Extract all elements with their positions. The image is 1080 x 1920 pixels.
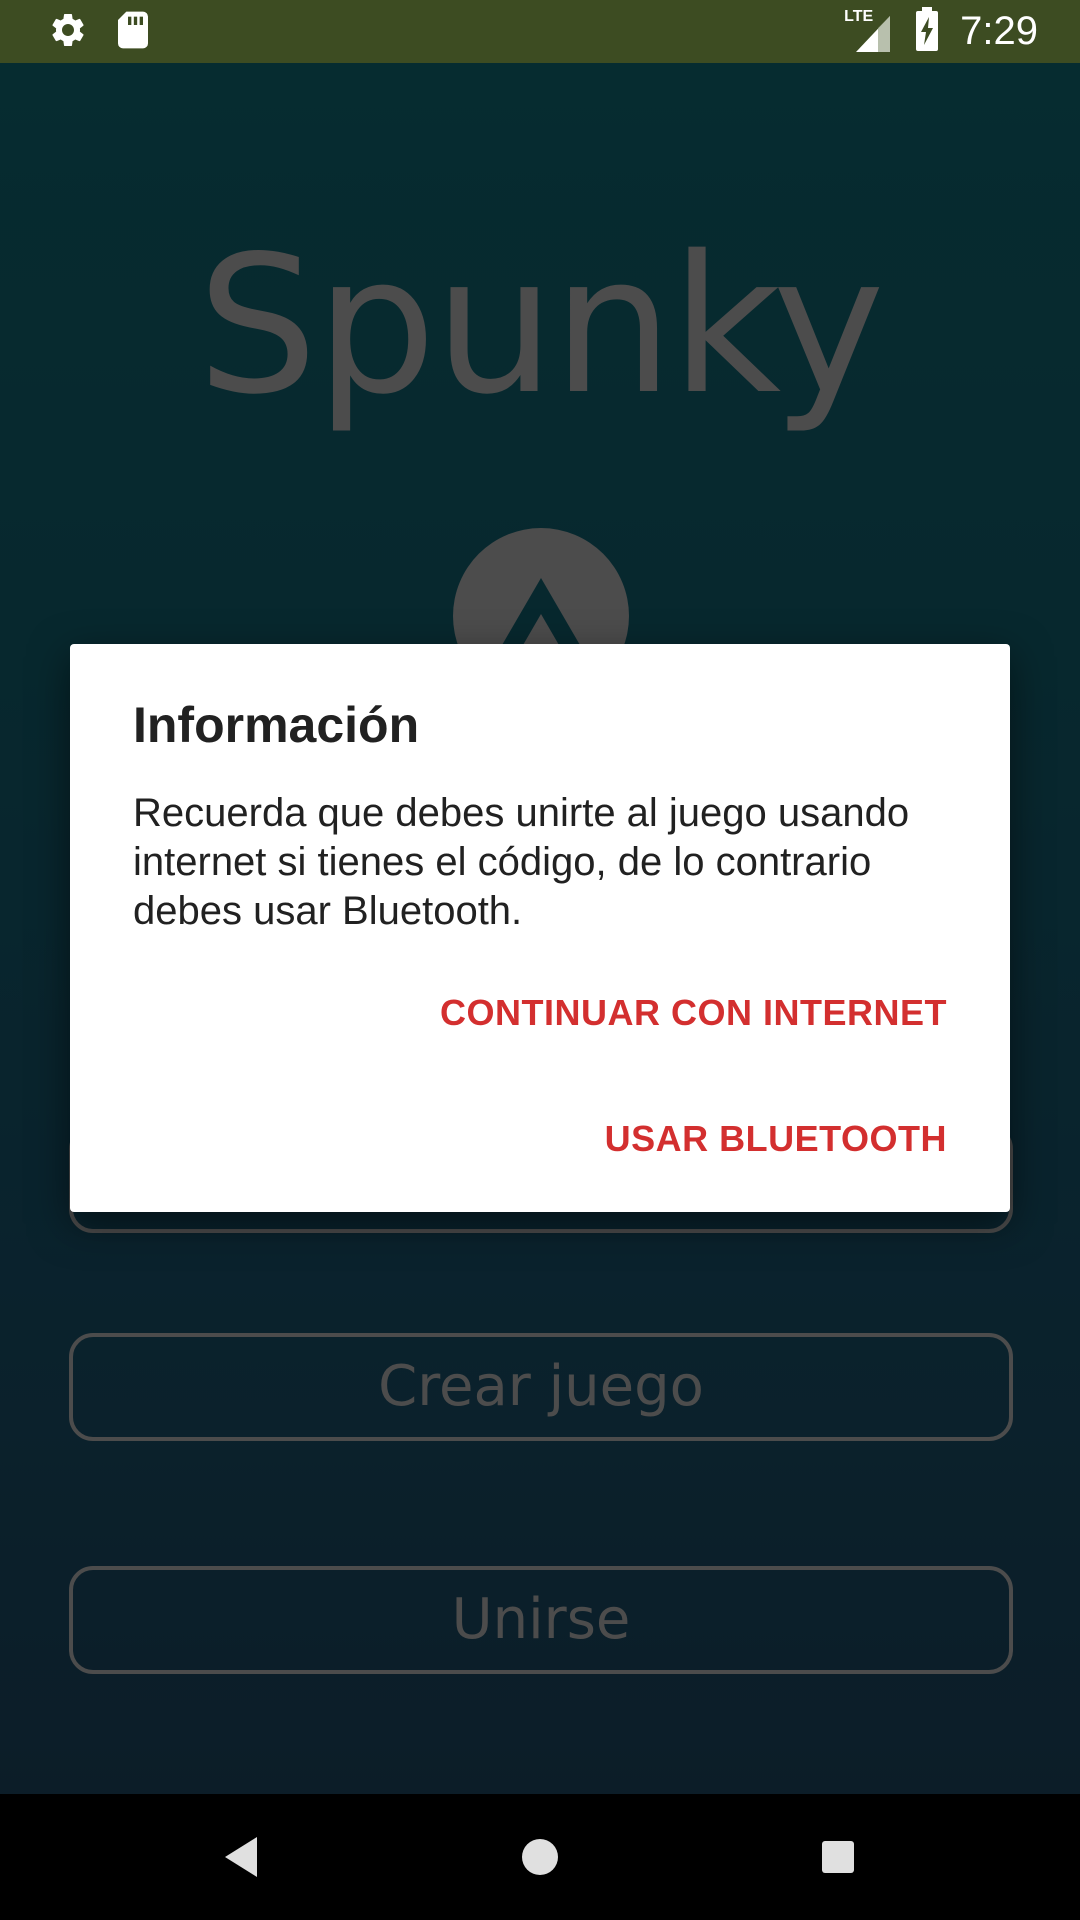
settings-icon — [48, 10, 88, 55]
status-left-icons — [48, 10, 150, 55]
screen: LTE 7:29 Spunky Jugar Crear juego Unirse — [0, 0, 1080, 1920]
sd-card-icon — [116, 10, 150, 55]
continue-internet-button[interactable]: CONTINUAR CON INTERNET — [440, 992, 947, 1034]
lte-signal-icon: LTE — [844, 8, 894, 54]
dialog-message: Recuerda que debes unirte al juego usand… — [133, 791, 910, 933]
status-bar: LTE 7:29 — [0, 0, 1080, 63]
dialog-title: Información — [133, 697, 420, 753]
status-time: 7:29 — [960, 8, 1038, 53]
navigation-bar — [0, 1794, 1080, 1920]
back-icon[interactable] — [208, 1824, 274, 1890]
recents-icon[interactable] — [805, 1824, 871, 1890]
info-dialog: Información Recuerda que debes unirte al… — [70, 644, 1010, 1212]
home-icon[interactable] — [507, 1824, 573, 1890]
battery-charging-icon — [914, 6, 940, 56]
status-right-icons: LTE 7:29 — [844, 6, 1038, 56]
lte-label: LTE — [844, 8, 874, 25]
use-bluetooth-button[interactable]: USAR BLUETOOTH — [605, 1118, 947, 1160]
